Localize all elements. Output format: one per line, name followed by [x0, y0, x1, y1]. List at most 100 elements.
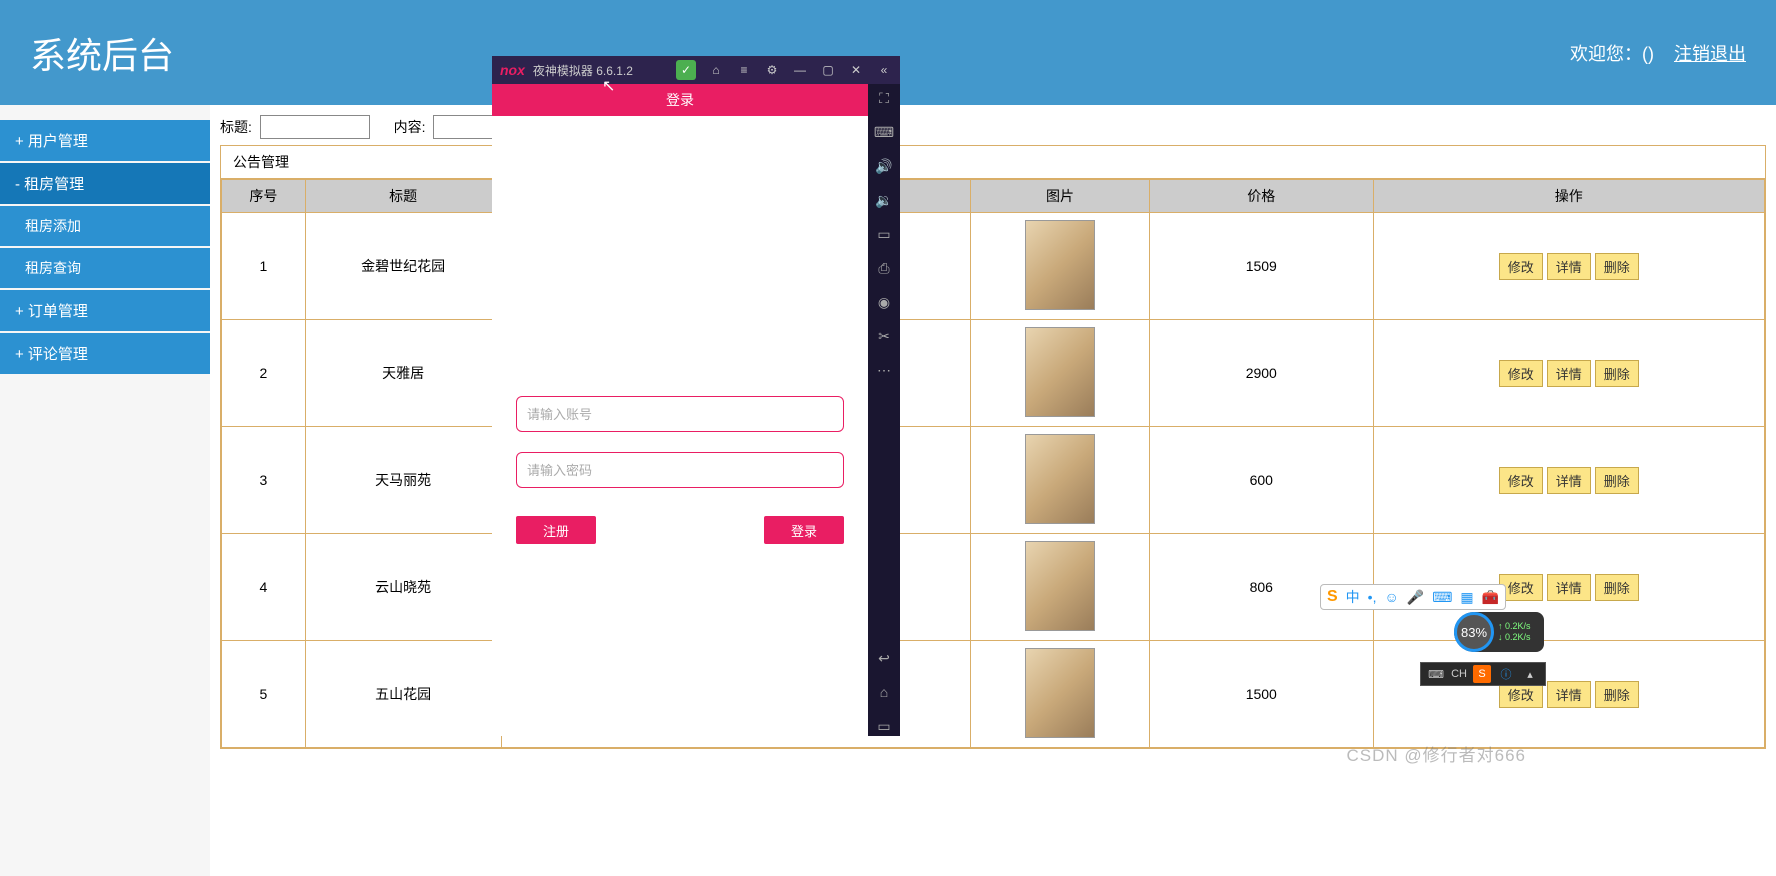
sidebar-item-orders[interactable]: + 订单管理 [0, 290, 210, 331]
filter-title-label: 标题: [220, 119, 252, 135]
net-down: ↓ 0.2K/s [1498, 632, 1531, 643]
filter-title-input[interactable] [260, 115, 370, 139]
screenshot-icon[interactable]: ⎙ [874, 258, 894, 278]
taskbar-fragment[interactable]: ⌨ CH S ⓘ ▴ [1420, 662, 1546, 686]
delete-button[interactable]: 删除 [1595, 681, 1639, 708]
logout-link[interactable]: 注销退出 [1674, 40, 1746, 66]
password-input[interactable] [516, 452, 844, 488]
th-price: 价格 [1149, 180, 1373, 213]
tray-chevron-icon[interactable]: ▴ [1521, 665, 1539, 683]
th-title: 标题 [305, 180, 501, 213]
ime-lang[interactable]: 中 [1346, 587, 1360, 607]
cell-ops: 修改详情删除 [1373, 213, 1764, 320]
more-icon[interactable]: ⋯ [874, 360, 894, 380]
header-right: 欢迎您：() 注销退出 [1570, 40, 1746, 66]
detail-button[interactable]: 详情 [1547, 360, 1591, 387]
edit-button[interactable]: 修改 [1499, 467, 1543, 494]
maximize-icon[interactable]: ▢ [820, 62, 836, 78]
detail-button[interactable]: 详情 [1547, 467, 1591, 494]
record-icon[interactable]: ◉ [874, 292, 894, 312]
screen-icon[interactable]: ▭ [874, 224, 894, 244]
detail-button[interactable]: 详情 [1547, 253, 1591, 280]
th-ops: 操作 [1373, 180, 1764, 213]
cell-title: 天马丽苑 [305, 427, 501, 534]
cell-price: 2900 [1149, 320, 1373, 427]
keyboard-icon[interactable]: ⌨ [874, 122, 894, 142]
recent-icon[interactable]: ▭ [874, 716, 894, 736]
cell-seq: 2 [222, 320, 306, 427]
tray-sogou-icon[interactable]: S [1473, 665, 1491, 683]
room-thumbnail[interactable] [1025, 327, 1095, 417]
cell-ops: 修改详情删除 [1373, 427, 1764, 534]
tray-ch[interactable]: CH [1451, 668, 1467, 680]
ime-toolbar[interactable]: S 中 •, ☺ 🎤 ⌨ ▦ 🧰 [1320, 584, 1506, 610]
login-button[interactable]: 登录 [764, 516, 844, 544]
cell-price: 1509 [1149, 213, 1373, 320]
emulator-title: 夜神模拟器 6.6.1.2 [533, 62, 633, 79]
room-thumbnail[interactable] [1025, 434, 1095, 524]
sidebar-item-users[interactable]: + 用户管理 [0, 120, 210, 161]
scissors-icon[interactable]: ✂ [874, 326, 894, 346]
cell-price: 600 [1149, 427, 1373, 534]
ime-keyboard-icon[interactable]: ⌨ [1432, 589, 1452, 606]
cell-ops: 修改详情删除 [1373, 320, 1764, 427]
table-row: 1金碧世纪花园1509修改详情删除 [222, 213, 1765, 320]
room-thumbnail[interactable] [1025, 648, 1095, 738]
ime-skin-icon[interactable]: ▦ [1460, 589, 1473, 606]
volume-up-icon[interactable]: 🔊 [874, 156, 894, 176]
delete-button[interactable]: 删除 [1595, 253, 1639, 280]
panel: 公告管理 序号 标题 图片 价格 操作 1金碧世纪花园1509修改详情删除2天雅… [220, 145, 1766, 749]
volume-down-icon[interactable]: 🔉 [874, 190, 894, 210]
th-img: 图片 [971, 180, 1150, 213]
sidebar-item-rental-add[interactable]: 租房添加 [0, 206, 210, 246]
android-home-icon[interactable]: ⌂ [874, 682, 894, 702]
edit-button[interactable]: 修改 [1499, 253, 1543, 280]
cell-title: 金碧世纪花园 [305, 213, 501, 320]
home-icon[interactable]: ⌂ [708, 62, 724, 78]
sidebar-item-comments[interactable]: + 评论管理 [0, 333, 210, 374]
tray-keyboard-icon[interactable]: ⌨ [1427, 665, 1445, 683]
cell-ops: 修改详情删除 [1373, 641, 1764, 748]
username-input[interactable] [516, 396, 844, 432]
ime-emoji-icon[interactable]: ☺ [1384, 589, 1398, 605]
gear-icon[interactable]: ⚙ [764, 62, 780, 78]
shield-icon[interactable]: ✓ [676, 60, 696, 80]
delete-button[interactable]: 删除 [1595, 467, 1639, 494]
delete-button[interactable]: 删除 [1595, 574, 1639, 601]
edit-button[interactable]: 修改 [1499, 360, 1543, 387]
sogou-icon[interactable]: S [1327, 588, 1338, 606]
emulator-screen: 登录 注册 登录 [492, 84, 868, 736]
net-percent: 83% [1454, 612, 1494, 652]
tray-info-icon[interactable]: ⓘ [1497, 665, 1515, 683]
cell-price: 1500 [1149, 641, 1373, 748]
room-thumbnail[interactable] [1025, 220, 1095, 310]
emulator-sidebar: ⛶ ⌨ 🔊 🔉 ▭ ⎙ ◉ ✂ ⋯ ↩ ⌂ ▭ [868, 84, 900, 736]
emulator-titlebar[interactable]: nox 夜神模拟器 6.6.1.2 ✓ ⌂ ≡ ⚙ — ▢ ✕ « [492, 56, 900, 84]
sidebar-item-rental[interactable]: - 租房管理 [0, 163, 210, 204]
close-icon[interactable]: ✕ [848, 62, 864, 78]
emulator-window: nox 夜神模拟器 6.6.1.2 ✓ ⌂ ≡ ⚙ — ▢ ✕ « ⛶ ⌨ 🔊 … [492, 56, 900, 736]
collapse-icon[interactable]: « [876, 62, 892, 78]
detail-button[interactable]: 详情 [1547, 574, 1591, 601]
ime-mic-icon[interactable]: 🎤 [1407, 589, 1424, 606]
sidebar-item-rental-query[interactable]: 租房查询 [0, 248, 210, 288]
cell-seq: 1 [222, 213, 306, 320]
cell-img [971, 427, 1150, 534]
ime-punct-icon[interactable]: •, [1368, 589, 1377, 605]
back-icon[interactable]: ↩ [874, 648, 894, 668]
cell-img [971, 641, 1150, 748]
cell-img [971, 320, 1150, 427]
menu-icon[interactable]: ≡ [736, 62, 752, 78]
delete-button[interactable]: 删除 [1595, 360, 1639, 387]
table-row: 5五山花园1500修改详情删除 [222, 641, 1765, 748]
room-thumbnail[interactable] [1025, 541, 1095, 631]
detail-button[interactable]: 详情 [1547, 681, 1591, 708]
register-button[interactable]: 注册 [516, 516, 596, 544]
fullscreen-icon[interactable]: ⛶ [874, 88, 894, 108]
filter-content-label: 内容: [394, 119, 426, 135]
minimize-icon[interactable]: — [792, 62, 808, 78]
table-row: 3天马丽苑600修改详情删除 [222, 427, 1765, 534]
ime-toolbox-icon[interactable]: 🧰 [1482, 589, 1499, 606]
network-widget[interactable]: 83% ↑ 0.2K/s ↓ 0.2K/s [1454, 612, 1544, 652]
table-row: 2天雅居2900修改详情删除 [222, 320, 1765, 427]
